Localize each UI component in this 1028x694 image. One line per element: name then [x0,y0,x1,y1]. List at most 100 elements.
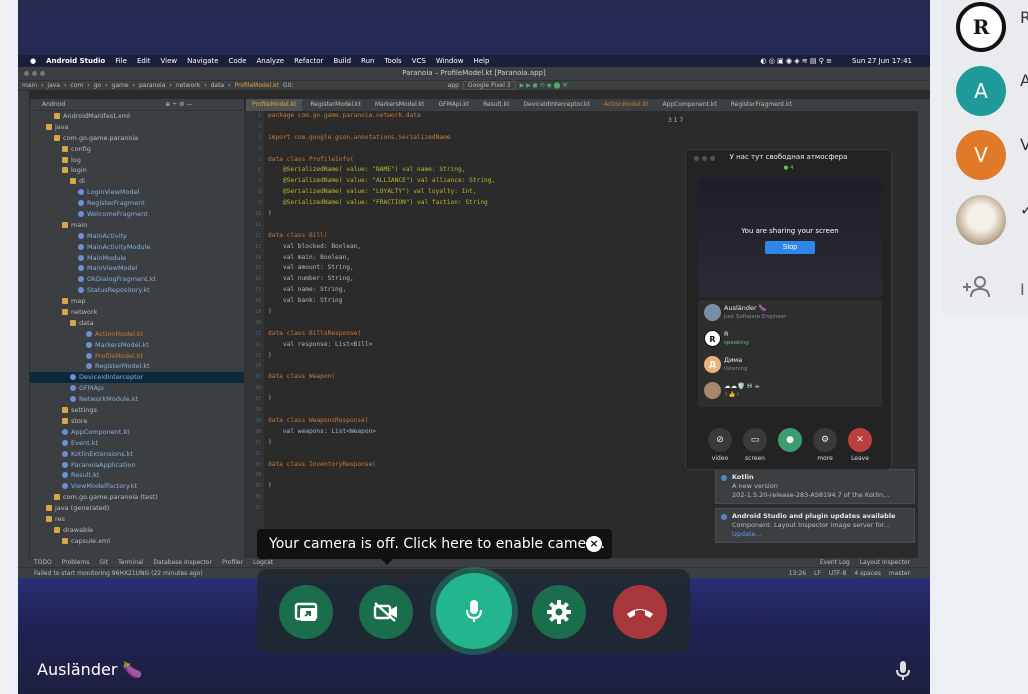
tree-item[interactable]: AppComponent.kt [30,427,244,438]
tab-actionmodel[interactable]: ActionModel.kt [598,99,655,111]
more-button[interactable]: ⚙ more [811,428,839,464]
tree-item[interactable]: ActionModel.kt [30,329,244,340]
screen-toggle[interactable]: ▭ screen [741,428,769,464]
stage-top-backdrop [18,0,930,55]
tab-appcomponent[interactable]: AppComponent.kt [656,99,722,111]
tree-item[interactable]: store [30,416,244,427]
tool-tab-todo[interactable]: TODO [34,559,52,566]
tool-tab-terminal[interactable]: Terminal [118,559,143,566]
code-line: data class Weapon( [268,373,336,381]
line-number: 17 [254,287,261,294]
participant-item[interactable]: Д Дима listening [698,352,882,378]
participant-avatar[interactable]: V [956,130,1006,180]
notification-line: Component: Layout Inspector image server… [732,521,891,529]
code-line: val number: String, [268,275,354,283]
tool-tab-database[interactable]: Database Inspector [153,559,212,566]
tree-item[interactable]: ViewModelFactory.kt [30,481,244,492]
close-icon[interactable]: × [586,536,602,552]
leave-button[interactable]: ✕ Leave [846,428,874,464]
camera-toggle-button[interactable] [359,585,413,639]
tree-item[interactable]: com.go.game.paranoia [30,133,244,144]
tree-item[interactable]: WelcomeFragment [30,209,244,220]
mic-toggle[interactable]: ● [776,428,804,464]
tab-gfmapi[interactable]: GFMApi.kt [432,99,475,111]
tool-tab-problems[interactable]: Problems [62,559,90,566]
tree-item[interactable]: drawable [30,525,244,536]
tree-item[interactable]: RegisterModel.kt [30,361,244,372]
tree-item[interactable]: data [30,318,244,329]
file-icon [86,363,92,370]
tree-item[interactable]: RegisterFragment [30,198,244,209]
video-toggle[interactable]: ⊘ video [706,428,734,464]
tree-item[interactable]: MainActivityModule [30,242,244,253]
tree-item[interactable]: com.go.game.paranoia (test) [30,492,244,503]
tree-item[interactable]: config [30,144,244,155]
tree-item[interactable]: capsule.xml [30,536,244,547]
settings-button[interactable] [532,585,586,639]
phone-hangup-icon [627,609,653,618]
tree-item[interactable]: main [30,220,244,231]
participant-avatar[interactable] [956,195,1006,245]
tab-profilemodel[interactable]: ProfileModel.kt [246,99,303,111]
tree-item[interactable]: res [30,514,244,525]
participant-avatar[interactable]: A [956,66,1006,116]
tab-registerfragment[interactable]: RegisterFragment.kt [725,99,798,111]
tree-item[interactable]: log [30,155,244,166]
tab-deviceidinterceptor[interactable]: DeviceIdInterceptor.kt [517,99,596,111]
tree-item[interactable]: ParanoiaApplication [30,460,244,471]
tool-tab-git[interactable]: Git [99,559,108,566]
update-link[interactable]: Update... [732,530,762,538]
code-editor[interactable]: package com.go.game.paranoia.network.dat… [268,111,708,569]
participant-item[interactable]: Ausländer 🍆 Just Software Engineer [698,300,882,326]
participant-avatar[interactable]: R [956,2,1006,52]
tree-item[interactable]: LoginViewModel [30,187,244,198]
tree-item[interactable]: java (generated) [30,503,244,514]
tree-item[interactable]: login [30,165,244,176]
tree-item[interactable]: ProfileModel.kt [30,351,244,362]
tree-item[interactable]: Event.kt [30,438,244,449]
mic-icon [465,600,483,622]
tree-item[interactable]: NetworkModule.kt [30,394,244,405]
participant-item[interactable]: R R speaking [698,326,882,352]
breadcrumb-item: paranoia [138,82,166,89]
notification-updates[interactable]: Android Studio and plugin updates availa… [715,508,915,543]
tab-registermodel[interactable]: RegisterModel.kt [304,99,366,111]
tree-item-label: com.go.game.paranoia (test) [63,493,158,502]
tree-item[interactable]: MarkersModel.kt [30,340,244,351]
mac-menu-item: Android Studio [46,57,106,65]
leave-call-button[interactable] [613,585,667,639]
microphone-button[interactable] [436,573,512,649]
tree-item[interactable]: map [30,296,244,307]
tree-item[interactable]: OkDialogFragment.kt [30,274,244,285]
tree-item[interactable]: DeviceIdInterceptor [30,372,244,384]
folder-icon [62,167,68,174]
tab-markersmodel[interactable]: MarkersModel.kt [369,99,431,111]
tree-item-label: store [71,416,88,425]
participant-item[interactable]: ☁☁🛡️ H ☕ ✌👍✌ [698,378,882,404]
tree-item[interactable]: di [30,176,244,187]
tree-item[interactable]: KotlinExtensions.kt [30,449,244,460]
file-icon [70,396,76,403]
tree-item[interactable]: java [30,122,244,133]
event-log-tab[interactable]: Event Log [820,559,850,566]
tool-tab-profiler[interactable]: Profiler [222,559,243,566]
add-person-button[interactable] [962,274,992,304]
tree-item[interactable]: StatusRepository.kt [30,285,244,296]
tree-item[interactable]: GFMApi [30,383,244,394]
notification-kotlin[interactable]: Kotlin A new version 202-1.5.20-release-… [715,469,915,504]
tree-item[interactable]: settings [30,405,244,416]
tree-item[interactable]: Result.kt [30,470,244,481]
stop-sharing-button[interactable]: Stop [765,241,815,254]
tree-item[interactable]: AndroidManifest.xml [30,111,244,122]
tool-tab-logcat[interactable]: Logcat [253,559,273,566]
tree-item[interactable]: MainViewModel [30,263,244,274]
tab-result[interactable]: Result.kt [477,99,515,111]
tree-item[interactable]: MainActivity [30,231,244,242]
screen-share-button[interactable] [279,585,333,639]
participant-name-cut: R [1020,8,1028,27]
tree-item[interactable]: network [30,307,244,318]
layout-inspector-tab[interactable]: Layout Inspector [860,559,910,566]
line-number: 18 [254,298,261,305]
tree-item[interactable]: MainModule [30,253,244,264]
camera-off-tooltip[interactable]: Your camera is off. Click here to enable… [257,529,612,565]
